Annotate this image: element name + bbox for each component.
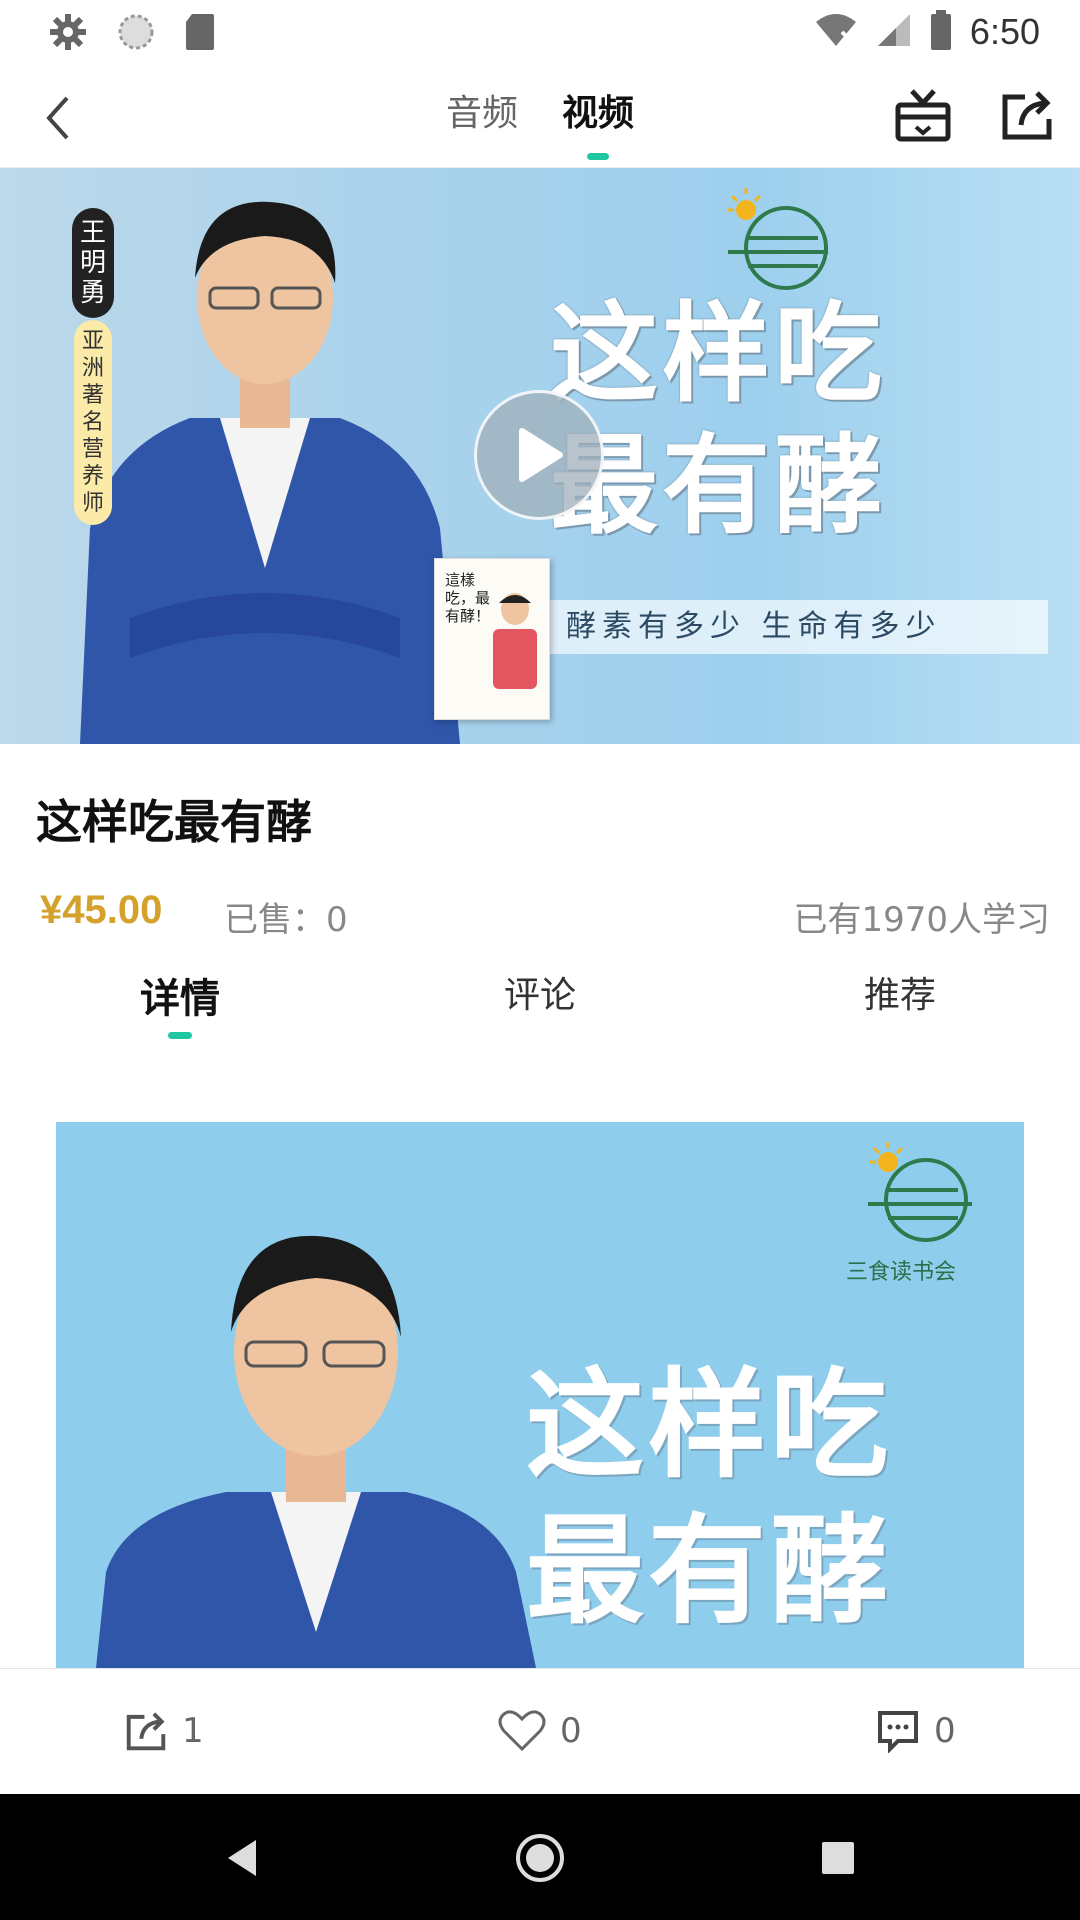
play-icon (519, 428, 563, 482)
signal-icon (876, 12, 912, 52)
detail-image-title: 这样吃 最有酵 (526, 1352, 1016, 1644)
wifi-off-icon (814, 12, 858, 52)
detail-image: 三食读书会 这样吃 最有酵 (56, 1122, 1024, 1668)
hero-title: 这样吃 最有酵 (550, 288, 1010, 552)
play-button[interactable] (474, 390, 604, 520)
gift-icon (895, 89, 951, 142)
system-back-button[interactable] (214, 1830, 270, 1886)
square-recents-icon (822, 1842, 854, 1874)
battery-icon (930, 10, 952, 54)
product-title: 这样吃最有酵 (36, 795, 312, 849)
presenter-title: 亚洲著名营养师 (74, 320, 112, 525)
comment-icon (878, 1711, 918, 1753)
tab-details[interactable]: 详情 (80, 966, 280, 1024)
top-nav: 音频 视频 (0, 66, 1080, 168)
brand-logo-icon (868, 1142, 972, 1242)
share-action[interactable]: 1 (124, 1709, 204, 1753)
detail-title-line2: 最有酵 (526, 1501, 893, 1640)
tab-recommend[interactable]: 推荐 (800, 966, 1000, 1018)
settings-icon (48, 12, 88, 56)
hero-title-line1: 这样吃 (550, 291, 887, 417)
tab-comments[interactable]: 评论 (440, 966, 640, 1018)
share-button[interactable] (996, 84, 1058, 146)
system-nav-bar (0, 1794, 1080, 1920)
presenter-name: 王明勇 (72, 208, 114, 318)
brand-logo-icon (728, 188, 828, 290)
status-bar: 6:50 (0, 0, 1080, 66)
triangle-back-icon (228, 1840, 256, 1876)
brand-name: 三食读书会 (846, 1260, 957, 1285)
book-title: 這樣吃，最有酵！ (445, 571, 491, 625)
detail-title-line1: 这样吃 (526, 1355, 893, 1494)
clock: 6:50 (969, 11, 1040, 52)
comment-action[interactable]: 0 (876, 1709, 956, 1753)
presenter-image (96, 1235, 536, 1668)
share-icon (126, 1712, 166, 1751)
system-home-button[interactable] (512, 1830, 568, 1886)
presenter-image (80, 201, 460, 744)
learner-count: 已有1970人学习 (793, 900, 1050, 940)
video-player[interactable]: 王明勇 亚洲著名营养师 这样吃 最有酵 酵素有多少 生命有多少 這樣吃，最有酵！ (0, 168, 1080, 744)
action-bar: 1 0 0 (0, 1668, 1080, 1794)
system-recents-button[interactable] (810, 1830, 866, 1886)
hero-title-line2: 最有酵 (550, 423, 887, 549)
share-icon (1002, 91, 1052, 140)
price-row: ¥45.00 已售：0 已有1970人学习 (40, 888, 1050, 940)
comment-count: 0 (934, 1711, 956, 1751)
detail-tabs: 详情 评论 推荐 (0, 966, 1080, 1046)
sold-count: 已售：0 (224, 900, 348, 940)
sd-card-icon (184, 12, 216, 56)
sync-icon (116, 12, 156, 56)
hero-subtitle: 酵素有多少 生命有多少 (548, 600, 1048, 654)
price: ¥45.00 (40, 888, 163, 932)
tab-video[interactable]: 视频 (562, 80, 634, 160)
share-count: 1 (182, 1711, 204, 1751)
book-cover: 這樣吃，最有酵！ (434, 558, 550, 720)
home-circle-icon (516, 1834, 564, 1882)
like-action[interactable]: 0 (498, 1709, 582, 1753)
heart-icon (498, 1710, 546, 1752)
gift-button[interactable] (892, 84, 954, 146)
like-count: 0 (560, 1711, 582, 1751)
tab-audio[interactable]: 音频 (446, 80, 518, 160)
